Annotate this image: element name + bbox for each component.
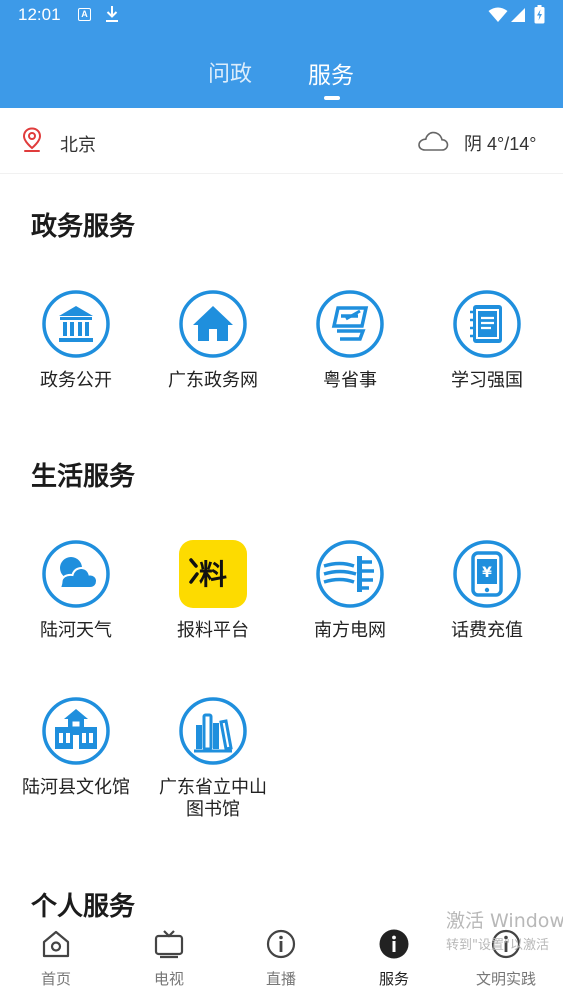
- signal-icon: [511, 8, 525, 22]
- active-tab-indicator: [324, 96, 340, 100]
- status-time: 12:01: [18, 5, 61, 24]
- a-icon: A: [78, 8, 91, 21]
- home-icon: [179, 290, 247, 358]
- service-label: 粤省事: [323, 370, 377, 391]
- home-outline-icon: [42, 930, 70, 958]
- location-city[interactable]: 北京: [60, 131, 96, 157]
- battery-icon: [534, 5, 545, 24]
- section-title-gov: 政务服务: [31, 212, 136, 242]
- tab-wenzheng[interactable]: 问政: [208, 56, 252, 88]
- institution-icon: [42, 290, 110, 358]
- location-pin-icon[interactable]: [22, 127, 42, 153]
- weather-cloud-icon: [42, 540, 110, 608]
- activation-watermark-line2: 转到"设置"以激活: [446, 938, 549, 953]
- service-label: 学习强国: [451, 370, 523, 391]
- section-title-personal: 个人服务: [31, 892, 136, 922]
- app-header: 12:01 A 问政 服务: [0, 0, 563, 108]
- notebook-icon: [453, 290, 521, 358]
- nav-label: 文明实践: [475, 970, 536, 988]
- nav-service[interactable]: 服务: [349, 928, 439, 994]
- nav-home[interactable]: 首页: [11, 928, 101, 994]
- power-grid-icon: [316, 540, 384, 608]
- info-circle-icon: [266, 929, 296, 959]
- service-label: 广东政务网: [168, 370, 258, 391]
- phone-yuan-icon: ¥: [453, 540, 521, 608]
- location-weather-bar: 北京 阴 4°/14°: [0, 108, 563, 174]
- nav-label: 直播: [265, 970, 296, 988]
- svg-text:¥: ¥: [482, 565, 492, 581]
- download-icon: [106, 6, 118, 22]
- nav-label: 电视: [153, 970, 184, 988]
- nav-tv[interactable]: 电视: [124, 928, 214, 994]
- nav-live[interactable]: 直播: [236, 928, 326, 994]
- top-tab-bar: 问政 服务: [0, 56, 563, 92]
- activation-watermark-line1: 激活 Window: [446, 910, 563, 932]
- info-filled-icon: [379, 929, 409, 959]
- status-bar: 12:01 A: [0, 0, 563, 32]
- library-books-icon: [179, 697, 247, 765]
- wifi-icon: [488, 7, 508, 22]
- service-label-line2: 图书馆: [186, 799, 240, 820]
- nav-label: 服务: [378, 970, 409, 988]
- culture-hall-icon: [42, 697, 110, 765]
- cloud-icon: [418, 131, 449, 151]
- tv-icon: [154, 930, 184, 959]
- service-label: 南方电网: [314, 620, 386, 641]
- service-label: 话费充值: [451, 620, 523, 641]
- weather-text: 阴 4°/14°: [464, 134, 537, 154]
- section-title-life: 生活服务: [31, 462, 136, 492]
- baoliao-icon: 料: [179, 540, 247, 608]
- service-label: 报料平台: [177, 620, 249, 641]
- yue-icon: [316, 290, 384, 358]
- tab-fuwu[interactable]: 服务: [308, 56, 354, 90]
- service-label: 广东省立中山 图书馆: [133, 777, 293, 821]
- nav-label: 首页: [40, 970, 71, 988]
- svg-text:料: 料: [199, 558, 227, 591]
- service-label-line1: 广东省立中山: [159, 777, 267, 798]
